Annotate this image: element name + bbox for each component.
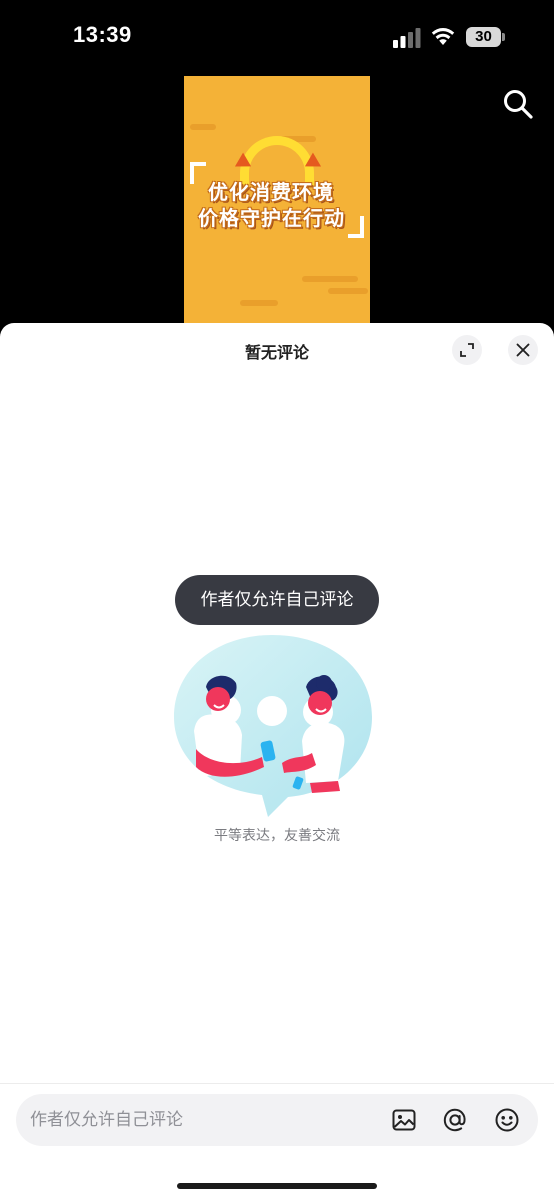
home-indicator — [177, 1183, 377, 1189]
divider — [0, 1083, 554, 1084]
decor-stripe — [240, 300, 278, 306]
video-thumbnail[interactable]: 优化消费环境 价格守护在行动 — [184, 76, 370, 326]
cellular-signal-icon — [393, 28, 421, 48]
expand-button[interactable] — [452, 335, 482, 365]
close-icon — [516, 343, 530, 357]
decor-stripe — [302, 276, 358, 282]
close-button[interactable] — [508, 335, 538, 365]
decor-stripe — [328, 288, 368, 294]
battery-level: 30 — [466, 27, 501, 47]
empty-state-slogan: 平等表达，友善交流 — [214, 828, 340, 844]
video-headline-1: 优化消费环境 — [208, 180, 334, 204]
video-headline-2: 价格守护在行动 — [198, 206, 345, 230]
battery-cap — [502, 33, 505, 41]
comment-input-bar — [16, 1094, 538, 1146]
status-bar: 13:39 30 — [0, 0, 554, 72]
empty-comments-illustration — [174, 635, 372, 817]
expand-icon — [460, 343, 474, 357]
bracket-decor — [348, 216, 364, 238]
wifi-icon — [431, 28, 455, 45]
comment-sheet: 暂无评论 作者仅允许自己评论 平等表达，友善交流 作者仅允许自己评论 — [0, 323, 554, 1200]
search-icon[interactable] — [502, 88, 534, 120]
bracket-decor — [190, 162, 206, 184]
at-icon[interactable] — [441, 1106, 469, 1134]
image-icon[interactable] — [390, 1106, 418, 1134]
status-time: 13:39 — [73, 22, 132, 47]
emoji-icon[interactable] — [493, 1106, 521, 1134]
permission-toast: 作者仅允许自己评论 — [175, 575, 379, 625]
comment-input[interactable] — [30, 1094, 370, 1146]
decor-stripe — [190, 124, 216, 130]
battery-indicator: 30 — [466, 27, 506, 47]
